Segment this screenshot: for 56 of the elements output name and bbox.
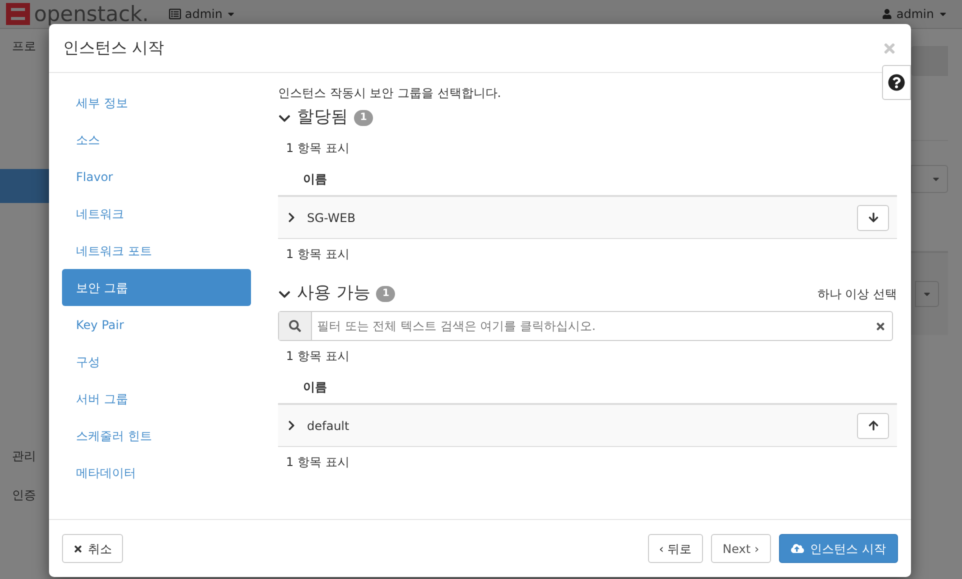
section-title: 사용 가능: [297, 282, 370, 306]
section-title: 할당됨: [297, 106, 348, 130]
help-button[interactable]: [882, 65, 911, 100]
expand-icon[interactable]: [286, 420, 297, 431]
step-tab[interactable]: 스케줄러 힌트: [62, 417, 251, 454]
row-name: default: [307, 418, 350, 434]
search-bar[interactable]: 필터 또는 전체 텍스트 검색은 여기를 클릭하십시오.: [278, 311, 893, 341]
summary-text: 1 항목 표시: [285, 348, 350, 365]
next-button[interactable]: Next ›: [710, 534, 772, 563]
hint-text: 하나 이상 선택: [817, 286, 897, 303]
summary-text: 1 항목 표시: [285, 140, 350, 157]
arrow-down-icon: [868, 212, 878, 223]
nav-item[interactable]: 인증: [0, 480, 49, 510]
row-name: SG-WEB: [307, 210, 356, 226]
logo-text[interactable]: openstack.: [34, 4, 149, 24]
expand-icon[interactable]: [286, 212, 297, 223]
launch-instance-button[interactable]: 인스턴스 시작: [779, 534, 898, 563]
step-tab[interactable]: Key Pair: [62, 306, 251, 343]
column-header[interactable]: 이름: [303, 170, 327, 188]
column-header[interactable]: 이름: [303, 378, 327, 396]
cloud-upload-icon: [791, 542, 804, 555]
step-tab[interactable]: 메타데이터: [62, 454, 251, 491]
dialog-title: 인스턴스 시작: [63, 37, 164, 59]
user-icon: [882, 9, 892, 19]
user-dropdown[interactable]: admin: [882, 5, 948, 23]
add-button[interactable]: [857, 412, 889, 438]
step-tab[interactable]: 구성: [62, 343, 251, 380]
clear-icon[interactable]: [875, 320, 886, 332]
table-row[interactable]: SG-WEB: [278, 197, 897, 239]
close-icon: [73, 544, 83, 554]
step-tab[interactable]: Flavor: [62, 158, 251, 195]
step-tab[interactable]: 네트워크: [62, 195, 251, 232]
summary-text: 1 항목 표시: [285, 454, 350, 471]
step-tab[interactable]: 보안 그룹: [62, 269, 251, 306]
count-badge: 1: [376, 286, 396, 302]
table-row[interactable]: default: [278, 405, 897, 447]
description-text: 인스턴스 작동시 보안 그룹을 선택합니다.: [278, 85, 502, 102]
remove-button[interactable]: [857, 204, 889, 230]
count-badge: 1: [354, 110, 373, 126]
step-tab[interactable]: 세부 정보: [62, 84, 251, 121]
back-button[interactable]: ‹ 뒤로: [648, 534, 703, 563]
cancel-button[interactable]: 취소: [62, 534, 123, 563]
summary-text: 1 항목 표시: [285, 246, 350, 263]
nav-item[interactable]: 프로: [0, 29, 49, 63]
project-dropdown[interactable]: admin: [168, 5, 236, 23]
logo-icon: [6, 3, 30, 25]
search-icon: [289, 320, 301, 332]
arrow-up-icon: [868, 420, 878, 431]
step-tab[interactable]: 서버 그룹: [62, 380, 251, 417]
bg-panel: [911, 46, 948, 76]
step-tab[interactable]: 네트워크 포트: [62, 232, 251, 269]
list-icon: [168, 8, 181, 20]
search-field[interactable]: 필터 또는 전체 텍스트 검색은 여기를 클릭하십시오.: [312, 317, 875, 335]
step-tab[interactable]: 소스: [62, 121, 251, 158]
help-icon: [888, 74, 905, 91]
nav-item[interactable]: 관리: [0, 441, 49, 471]
